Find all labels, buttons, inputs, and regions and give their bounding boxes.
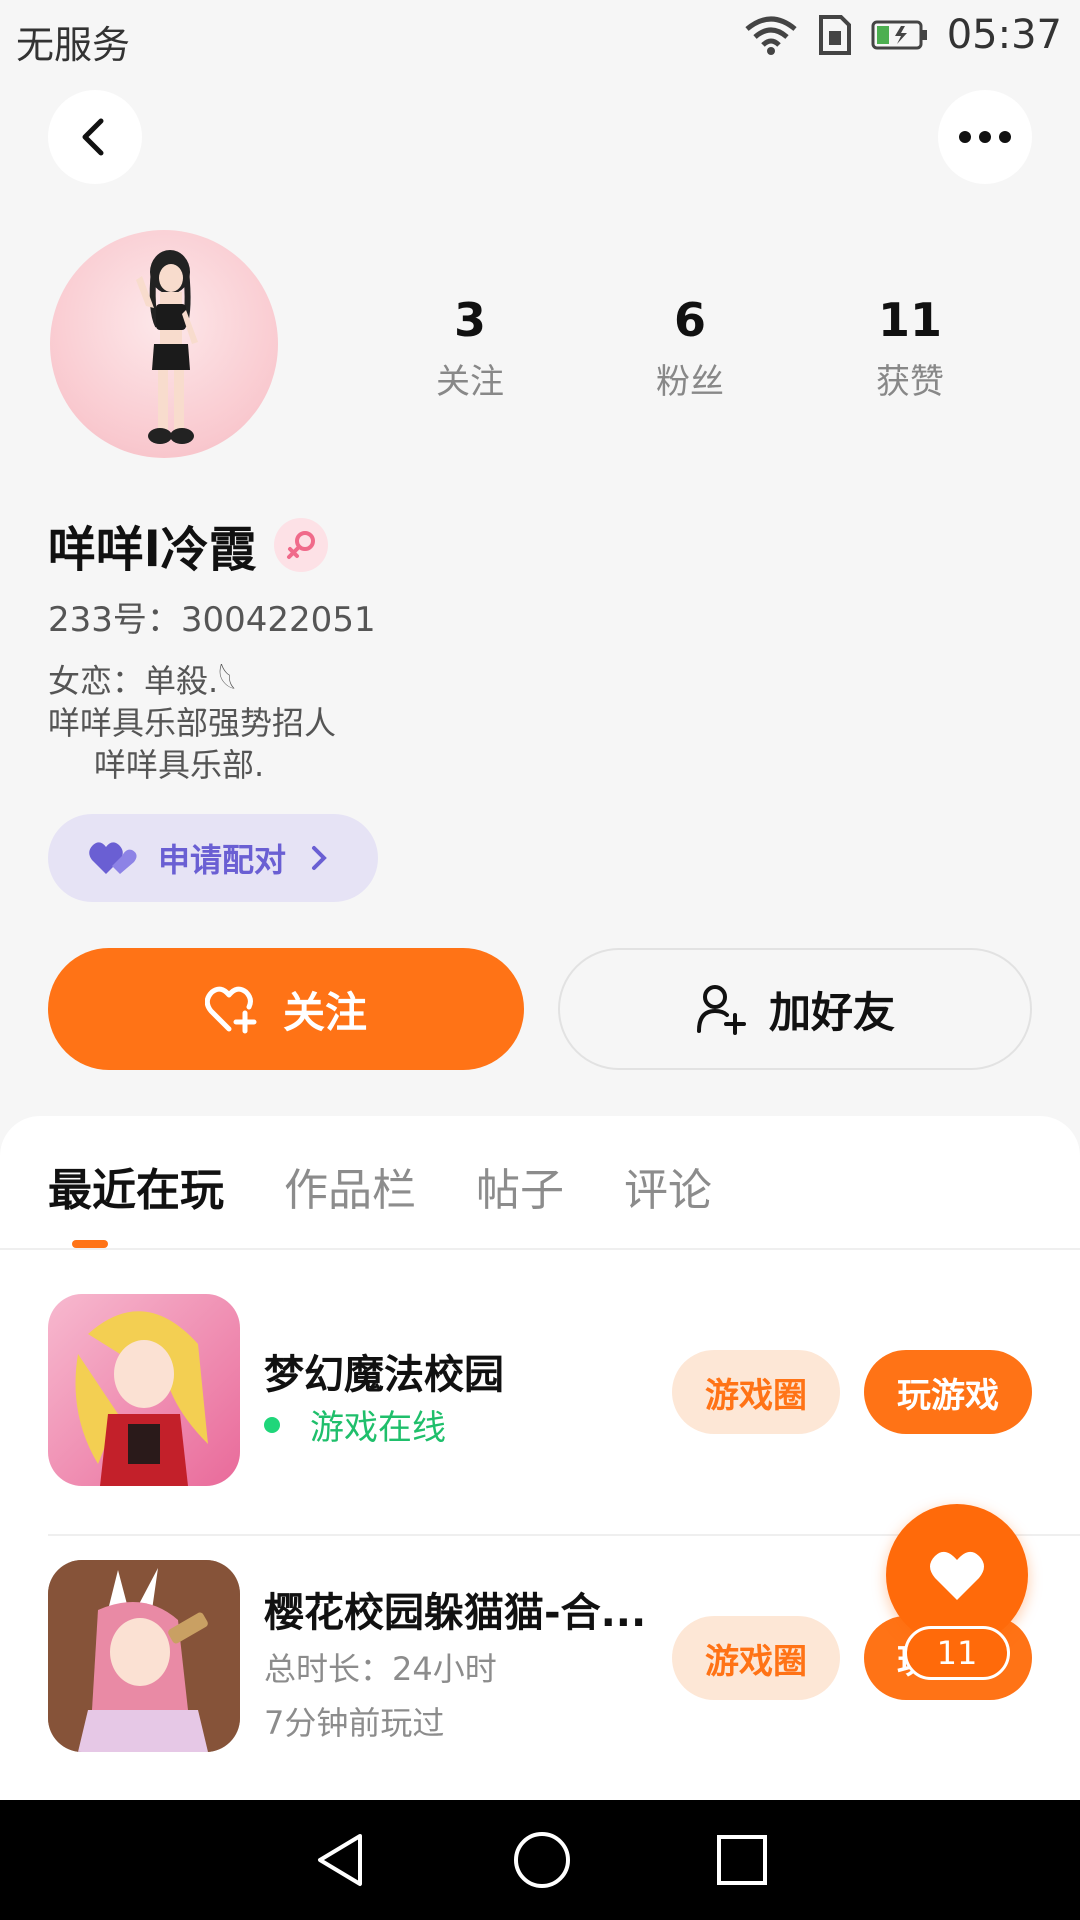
content-card: 最近在玩 作品栏 帖子 评论 梦幻魔法校园 游戏在线 游戏圈 玩游戏 樱花校园躲…	[0, 1116, 1080, 1802]
more-dots-icon	[959, 131, 1011, 143]
back-arrow-icon	[82, 118, 104, 156]
avatar-character-image	[136, 250, 198, 444]
game-total-duration: 总时长：24小时	[264, 1650, 497, 1688]
bio-line: 咩咩具乐部.	[94, 746, 265, 784]
fans-count: 6	[673, 293, 706, 347]
tab-comments[interactable]: 评论	[624, 1154, 712, 1218]
username: 咩咩l冷霞	[48, 522, 257, 578]
bio: 女恋：单殺.𓆩 咩咩具乐部强势招人 咩咩具乐部.	[48, 660, 336, 786]
nav-recents-icon[interactable]	[716, 1834, 768, 1886]
game-title: 梦幻魔法校园	[264, 1352, 504, 1398]
tab-bar: 最近在玩 作品栏 帖子 评论	[48, 1154, 712, 1218]
play-game-button[interactable]: 玩游戏	[864, 1350, 1032, 1434]
system-nav-bar	[0, 1800, 1080, 1920]
status-bar: 无服务 05:37	[0, 0, 1080, 72]
stat-following[interactable]: 3 关注	[360, 290, 580, 403]
add-friend-label: 加好友	[768, 987, 895, 1037]
game-list-item[interactable]: 梦幻魔法校园 游戏在线 游戏圈 玩游戏	[48, 1270, 1080, 1536]
nav-home-icon[interactable]	[512, 1830, 572, 1890]
follow-button[interactable]: 关注	[48, 948, 524, 1070]
profile-stats: 3 关注 6 粉丝 11 获赞	[360, 290, 1020, 403]
wifi-icon	[745, 16, 797, 55]
likes-label: 获赞	[876, 362, 944, 402]
fans-label: 粉丝	[656, 362, 724, 402]
stat-likes[interactable]: 11 获赞	[800, 290, 1020, 403]
username-row: 咩咩l冷霞	[48, 510, 329, 580]
apply-pair-label: 申请配对	[158, 841, 287, 879]
following-label: 关注	[436, 362, 504, 402]
game-online-status: 游戏在线	[264, 1400, 446, 1449]
battery-icon	[871, 20, 927, 50]
double-heart-icon	[89, 842, 137, 874]
game-last-played: 7分钟前玩过	[264, 1704, 445, 1742]
carrier-text: 无服务	[16, 23, 131, 67]
follow-label: 关注	[282, 987, 367, 1037]
divider	[0, 1248, 1080, 1250]
bio-line: 女恋：单殺.𓆩	[48, 662, 237, 700]
game-circle-button[interactable]: 游戏圈	[672, 1616, 840, 1700]
sim-icon	[818, 15, 851, 55]
game-title: 樱花校园躲猫猫-合...	[264, 1590, 647, 1636]
heart-plus-icon	[204, 986, 257, 1034]
online-dot-icon	[264, 1416, 280, 1433]
floating-like-button[interactable]	[886, 1504, 1028, 1646]
avatar[interactable]	[50, 230, 278, 458]
stat-fans[interactable]: 6 粉丝	[580, 290, 800, 403]
following-count: 3	[453, 293, 486, 347]
game-icon-image	[48, 1560, 240, 1752]
active-tab-indicator	[72, 1240, 108, 1248]
status-icons: 05:37	[743, 12, 1062, 58]
back-button[interactable]	[48, 90, 142, 184]
more-options-button[interactable]	[938, 90, 1032, 184]
gender-female-icon	[274, 518, 329, 572]
tab-posts[interactable]: 帖子	[476, 1154, 564, 1218]
likes-count: 11	[877, 293, 942, 347]
apply-pair-button[interactable]: 申请配对	[48, 814, 378, 902]
add-friend-button[interactable]: 加好友	[558, 948, 1032, 1070]
online-status-label: 游戏在线	[310, 1408, 446, 1448]
tab-recently-played[interactable]: 最近在玩	[48, 1154, 224, 1218]
user-id: 233号：300422051	[48, 600, 376, 640]
game-circle-button[interactable]: 游戏圈	[672, 1350, 840, 1434]
heart-icon	[930, 1551, 984, 1600]
tab-works[interactable]: 作品栏	[284, 1154, 416, 1218]
clock: 05:37	[946, 12, 1062, 58]
bio-line: 咩咩具乐部强势招人	[48, 704, 337, 742]
chevron-right-icon	[312, 846, 327, 870]
game-icon-image	[48, 1294, 240, 1486]
add-user-icon	[696, 985, 746, 1035]
nav-back-icon[interactable]	[312, 1830, 368, 1890]
like-count-badge: 11	[904, 1626, 1010, 1680]
